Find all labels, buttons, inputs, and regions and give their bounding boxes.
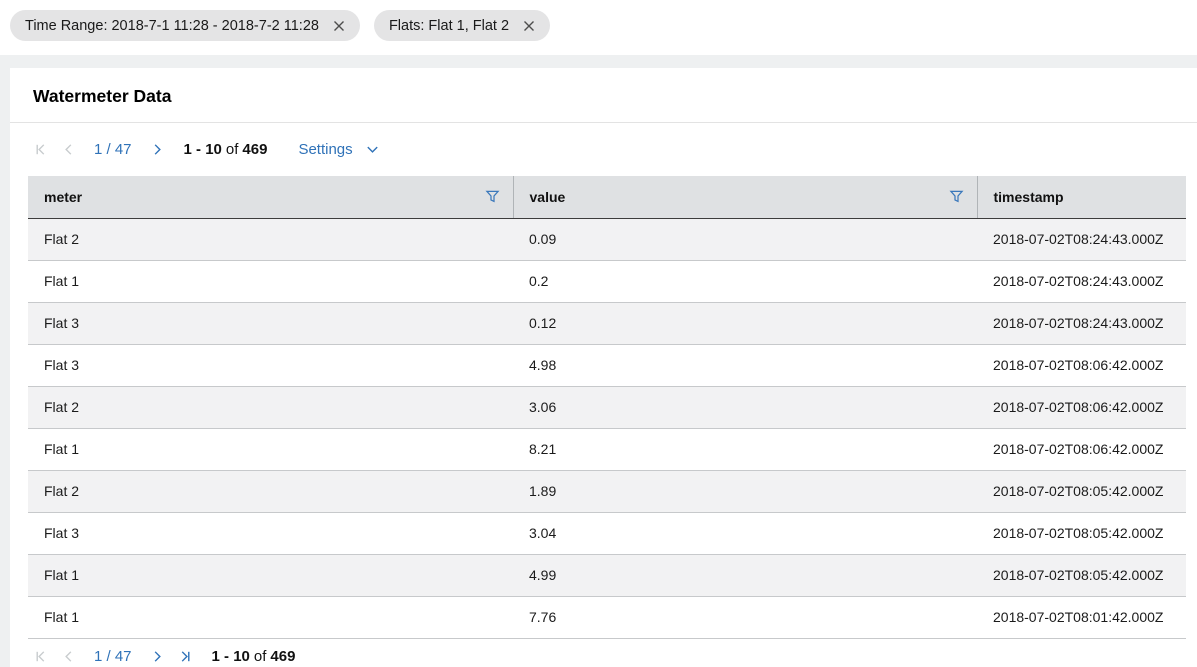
table-row: Flat 34.982018-07-02T08:06:42.000Z [28,344,1186,386]
top-pagination: 1 / 47 1 - 10 of 469 Settings [33,141,380,158]
value-cell: 0.12 [513,302,977,344]
table-row: Flat 10.22018-07-02T08:24:43.000Z [28,260,1186,302]
first-page-button[interactable] [33,649,48,664]
bottom-pagination: 1 / 47 1 - 10 of 469 [33,648,295,665]
next-page-button[interactable] [150,142,165,157]
value-cell: 0.09 [513,218,977,260]
column-header-value: value [513,176,977,218]
first-page-icon [33,142,48,157]
data-table-container: meter value [28,176,1186,639]
timestamp-cell: 2018-07-02T08:24:43.000Z [977,218,1186,260]
last-page-icon [178,649,193,664]
meter-filter-button[interactable] [485,189,500,204]
table-row: Flat 23.062018-07-02T08:06:42.000Z [28,386,1186,428]
meter-cell: Flat 2 [28,218,513,260]
meter-column-label: meter [44,189,82,205]
settings-button[interactable]: Settings [298,141,379,158]
first-page-icon [33,649,48,664]
chevron-down-icon [365,142,380,157]
value-cell: 7.76 [513,596,977,638]
meter-cell: Flat 1 [28,260,513,302]
page-title: Watermeter Data [33,86,1173,107]
timestamp-cell: 2018-07-02T08:05:42.000Z [977,512,1186,554]
value-cell: 8.21 [513,428,977,470]
watermeter-data-panel: Watermeter Data 1 / 47 1 - 10 [10,68,1197,667]
meter-cell: Flat 3 [28,344,513,386]
table-row: Flat 33.042018-07-02T08:05:42.000Z [28,512,1186,554]
range-of-word: of [226,141,239,158]
value-column-label: value [530,189,566,205]
bottom-pagination-row: 1 / 47 1 - 10 of 469 [10,639,1197,667]
filter-icon [949,189,964,204]
table-row: Flat 30.122018-07-02T08:24:43.000Z [28,302,1186,344]
range-of-word: of [254,648,267,665]
value-cell: 3.06 [513,386,977,428]
meter-cell: Flat 1 [28,596,513,638]
value-cell: 4.99 [513,554,977,596]
timestamp-cell: 2018-07-02T08:24:43.000Z [977,260,1186,302]
panel-header: Watermeter Data [10,68,1197,123]
filter-bar: Time Range: 2018-7-1 11:28 - 2018-7-2 11… [0,0,1197,55]
row-range-text: 1 - 10 of 469 [184,141,268,158]
meter-cell: Flat 3 [28,512,513,554]
meter-cell: Flat 1 [28,428,513,470]
table-row: Flat 21.892018-07-02T08:05:42.000Z [28,470,1186,512]
filter-icon [485,189,500,204]
table-row: Flat 17.762018-07-02T08:01:42.000Z [28,596,1186,638]
chevron-right-icon [150,649,165,664]
range-total: 469 [242,141,267,158]
timestamp-cell: 2018-07-02T08:01:42.000Z [977,596,1186,638]
close-icon[interactable] [333,20,345,32]
range-total: 469 [270,648,295,665]
previous-page-button[interactable] [61,649,76,664]
first-page-button[interactable] [33,142,48,157]
close-icon[interactable] [523,20,535,32]
value-cell: 4.98 [513,344,977,386]
chevron-right-icon [150,142,165,157]
timestamp-column-label: timestamp [994,189,1064,205]
row-range-text: 1 - 10 of 469 [212,648,296,665]
time-range-filter-label: Time Range: 2018-7-1 11:28 - 2018-7-2 11… [25,18,319,34]
last-page-button[interactable] [178,649,193,664]
table-header-row: meter value [28,176,1186,218]
column-header-meter: meter [28,176,513,218]
table-row: Flat 14.992018-07-02T08:05:42.000Z [28,554,1186,596]
chevron-left-icon [61,649,76,664]
watermeter-table: meter value [28,176,1186,639]
timestamp-cell: 2018-07-02T08:05:42.000Z [977,470,1186,512]
timestamp-cell: 2018-07-02T08:06:42.000Z [977,344,1186,386]
value-cell: 3.04 [513,512,977,554]
next-page-button[interactable] [150,649,165,664]
page-indicator[interactable]: 1 / 47 [89,648,137,665]
page-indicator[interactable]: 1 / 47 [89,141,137,158]
settings-label: Settings [298,141,352,158]
flats-filter-chip[interactable]: Flats: Flat 1, Flat 2 [374,10,550,41]
timestamp-cell: 2018-07-02T08:24:43.000Z [977,302,1186,344]
column-header-timestamp: timestamp [977,176,1186,218]
meter-cell: Flat 2 [28,470,513,512]
meter-cell: Flat 2 [28,386,513,428]
range-value: 1 - 10 [212,648,250,665]
table-toolbar: 1 / 47 1 - 10 of 469 Settings [10,123,1197,176]
value-filter-button[interactable] [949,189,964,204]
previous-page-button[interactable] [61,142,76,157]
timestamp-cell: 2018-07-02T08:05:42.000Z [977,554,1186,596]
chevron-left-icon [61,142,76,157]
table-body: Flat 20.092018-07-02T08:24:43.000ZFlat 1… [28,218,1186,638]
timestamp-cell: 2018-07-02T08:06:42.000Z [977,428,1186,470]
value-cell: 1.89 [513,470,977,512]
table-row: Flat 18.212018-07-02T08:06:42.000Z [28,428,1186,470]
range-value: 1 - 10 [184,141,222,158]
meter-cell: Flat 1 [28,554,513,596]
value-cell: 0.2 [513,260,977,302]
timestamp-cell: 2018-07-02T08:06:42.000Z [977,386,1186,428]
meter-cell: Flat 3 [28,302,513,344]
table-row: Flat 20.092018-07-02T08:24:43.000Z [28,218,1186,260]
flats-filter-label: Flats: Flat 1, Flat 2 [389,18,509,34]
time-range-filter-chip[interactable]: Time Range: 2018-7-1 11:28 - 2018-7-2 11… [10,10,360,41]
